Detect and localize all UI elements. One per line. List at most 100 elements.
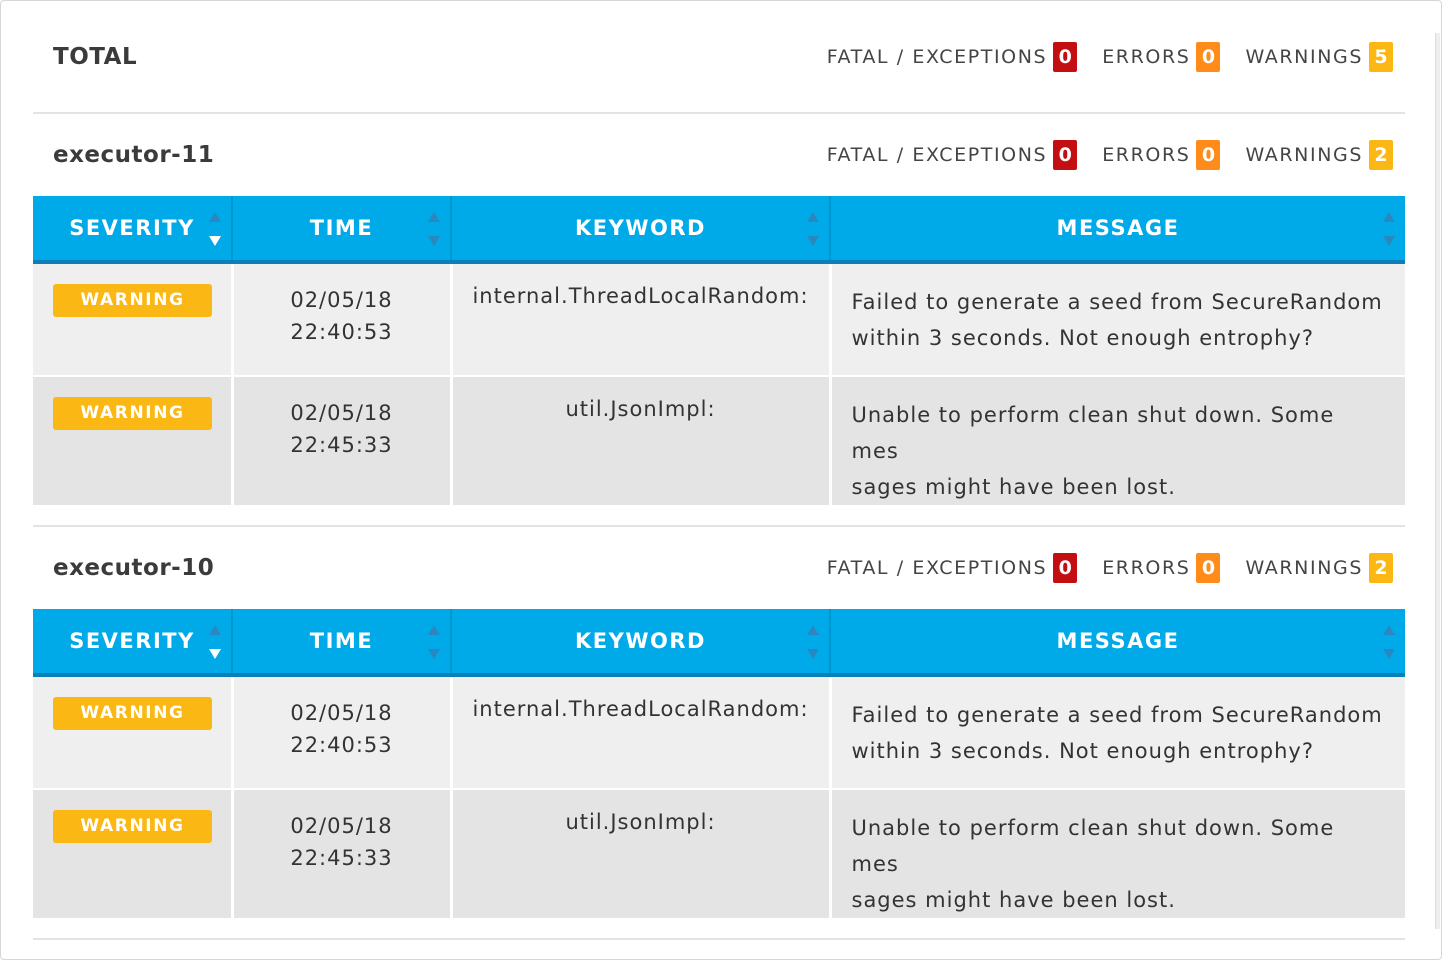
table-header-row: SEVERITY TIME KEYWORD MESSAGE [33, 196, 1405, 264]
sort-icon[interactable] [1383, 625, 1397, 659]
total-title: TOTAL [53, 43, 138, 70]
sort-icon[interactable] [209, 625, 223, 659]
executor-summary: executor-11 FATAL / EXCEPTIONS 0 ERRORS … [33, 114, 1405, 196]
message-line: Failed to generate a seed from SecureRan… [851, 290, 1383, 314]
severity-badge: WARNING [53, 284, 212, 317]
message-line: Unable to perform clean shut down. Some … [851, 816, 1335, 876]
panel-content: TOTAL FATAL / EXCEPTIONS 0 ERRORS 0 WARN… [33, 1, 1405, 940]
section-divider [33, 505, 1405, 527]
warnings-label: WARNINGS [1245, 557, 1363, 579]
total-fatal-count: FATAL / EXCEPTIONS 0 [826, 41, 1078, 72]
errors-label: ERRORS [1102, 144, 1191, 166]
section-divider [33, 918, 1405, 940]
sort-icon[interactable] [1383, 212, 1397, 246]
log-summary-panel: TOTAL FATAL / EXCEPTIONS 0 ERRORS 0 WARN… [0, 0, 1442, 960]
sort-icon[interactable] [428, 625, 442, 659]
message-cell: Unable to perform clean shut down. Some … [830, 376, 1405, 505]
errors-badge: 0 [1196, 553, 1221, 583]
column-header-label: MESSAGE [1056, 216, 1180, 240]
message-line: Failed to generate a seed from SecureRan… [851, 703, 1383, 727]
fatal-badge: 0 [1053, 140, 1078, 170]
column-header-label: MESSAGE [1056, 629, 1180, 653]
message-cell: Failed to generate a seed from SecureRan… [830, 262, 1405, 377]
time-cell: 02/05/18 22:40:53 [232, 262, 453, 377]
warnings-badge: 5 [1369, 41, 1393, 72]
total-warnings-count: WARNINGS 5 [1245, 41, 1393, 72]
date-text: 02/05/18 [290, 814, 393, 838]
column-header-keyword[interactable]: KEYWORD [451, 609, 831, 677]
executor-title: executor-11 [53, 142, 215, 168]
column-header-severity[interactable]: SEVERITY [33, 196, 233, 264]
fatal-badge: 0 [1053, 553, 1078, 583]
fatal-label: FATAL / EXCEPTIONS [826, 144, 1048, 166]
column-header-time[interactable]: TIME [232, 609, 452, 677]
time-text: 22:45:33 [290, 433, 393, 457]
severity-badge: WARNING [53, 810, 212, 843]
sort-icon[interactable] [807, 212, 821, 246]
severity-cell: WARNING [33, 789, 234, 918]
executor-fatal-count: FATAL / EXCEPTIONS 0 [827, 553, 1078, 583]
errors-badge: 0 [1196, 140, 1221, 170]
sort-icon[interactable] [209, 212, 223, 246]
executor-warnings-count: WARNINGS 2 [1245, 553, 1393, 583]
vertical-scrollbar[interactable] [1435, 33, 1440, 929]
sort-icon[interactable] [807, 625, 821, 659]
warnings-badge: 2 [1369, 553, 1393, 583]
executor-warnings-count: WARNINGS 2 [1245, 140, 1393, 170]
column-header-time[interactable]: TIME [232, 196, 452, 264]
total-summary: TOTAL FATAL / EXCEPTIONS 0 ERRORS 0 WARN… [33, 1, 1405, 114]
executor-counts: FATAL / EXCEPTIONS 0 ERRORS 0 WARNINGS 2 [802, 553, 1393, 583]
sort-icon[interactable] [428, 212, 442, 246]
table-row[interactable]: WARNING 02/05/18 22:45:33 util.JsonImpl: … [33, 376, 1405, 505]
severity-cell: WARNING [33, 675, 234, 790]
time-text: 22:40:53 [290, 320, 393, 344]
column-header-message[interactable]: MESSAGE [830, 609, 1405, 677]
errors-badge: 0 [1196, 41, 1221, 72]
warnings-badge: 2 [1369, 140, 1393, 170]
executor-fatal-count: FATAL / EXCEPTIONS 0 [827, 140, 1078, 170]
column-header-label: TIME [309, 629, 374, 653]
warnings-label: WARNINGS [1245, 144, 1363, 166]
keyword-cell: internal.ThreadLocalRandom: [451, 262, 832, 377]
message-line: within 3 seconds. Not enough entrophy? [851, 739, 1314, 763]
severity-badge: WARNING [53, 697, 212, 730]
column-header-keyword[interactable]: KEYWORD [451, 196, 831, 264]
executor-errors-count: ERRORS 0 [1102, 140, 1221, 170]
column-header-label: TIME [309, 216, 374, 240]
fatal-label: FATAL / EXCEPTIONS [826, 45, 1048, 68]
table-header-row: SEVERITY TIME KEYWORD MESSAGE [33, 609, 1405, 677]
column-header-label: SEVERITY [69, 216, 195, 240]
table-row[interactable]: WARNING 02/05/18 22:40:53 internal.Thread… [33, 675, 1405, 790]
errors-label: ERRORS [1102, 557, 1191, 579]
severity-cell: WARNING [33, 262, 234, 377]
date-text: 02/05/18 [290, 701, 393, 725]
keyword-cell: util.JsonImpl: [451, 789, 832, 918]
time-text: 22:40:53 [290, 733, 393, 757]
total-errors-count: ERRORS 0 [1102, 41, 1221, 72]
message-line: within 3 seconds. Not enough entrophy? [851, 326, 1314, 350]
severity-cell: WARNING [33, 376, 234, 505]
severity-badge: WARNING [53, 397, 212, 430]
time-cell: 02/05/18 22:45:33 [232, 789, 453, 918]
table-row[interactable]: WARNING 02/05/18 22:45:33 util.JsonImpl: … [33, 789, 1405, 918]
time-text: 22:45:33 [290, 846, 393, 870]
column-header-label: KEYWORD [575, 629, 706, 653]
fatal-badge: 0 [1053, 41, 1078, 72]
message-line: Unable to perform clean shut down. Some … [851, 403, 1335, 463]
keyword-cell: internal.ThreadLocalRandom: [451, 675, 832, 790]
log-table: SEVERITY TIME KEYWORD MESSAGE WARNING 02… [33, 609, 1405, 918]
column-header-severity[interactable]: SEVERITY [33, 609, 233, 677]
table-row[interactable]: WARNING 02/05/18 22:40:53 internal.Thread… [33, 262, 1405, 377]
executor-errors-count: ERRORS 0 [1102, 553, 1221, 583]
message-line: sages might have been lost. [851, 888, 1176, 912]
date-text: 02/05/18 [290, 288, 393, 312]
column-header-label: SEVERITY [69, 629, 195, 653]
message-cell: Failed to generate a seed from SecureRan… [830, 675, 1405, 790]
executor-title: executor-10 [53, 555, 215, 581]
total-counts: FATAL / EXCEPTIONS 0 ERRORS 0 WARNINGS 5 [802, 41, 1393, 72]
column-header-label: KEYWORD [575, 216, 706, 240]
fatal-label: FATAL / EXCEPTIONS [826, 557, 1048, 579]
column-header-message[interactable]: MESSAGE [830, 196, 1405, 264]
warnings-label: WARNINGS [1245, 45, 1363, 68]
keyword-cell: util.JsonImpl: [451, 376, 832, 505]
